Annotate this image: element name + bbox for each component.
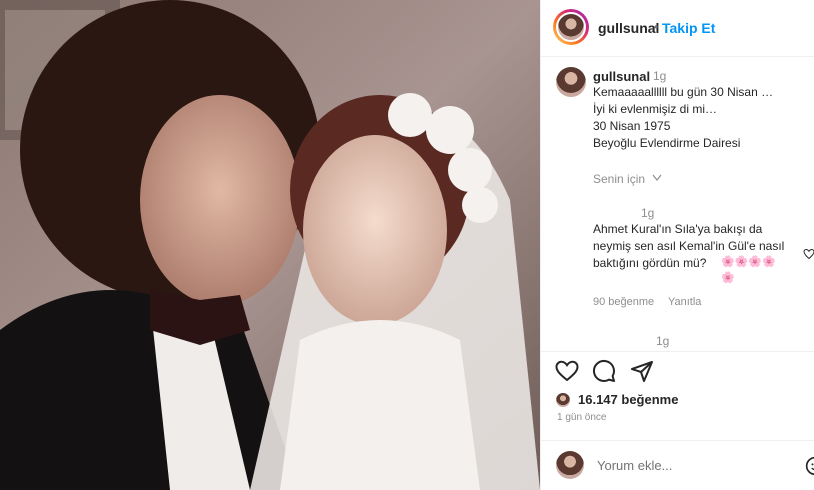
comment-likes[interactable]: 90 beğenme: [593, 296, 654, 308]
caption-line-4: Beyoğlu Evlendirme Dairesi: [593, 136, 741, 150]
caption-line-2: İyi ki evlenmişiz di mi…: [593, 102, 718, 116]
comment-line-2: neymiş sen asıl Kemal'in Gül'e nasıl: [593, 239, 785, 253]
comment-emoji: 🌸🌸🌸🌸🌸: [721, 256, 776, 284]
emoji-icon[interactable]: [805, 456, 814, 476]
actions-divider: [541, 351, 814, 352]
likes-count[interactable]: 16.147 beğenme: [578, 392, 678, 407]
reply-button[interactable]: Yanıtla: [668, 296, 701, 308]
avatar[interactable]: [556, 12, 586, 42]
translate-link[interactable]: Senin için: [593, 172, 645, 186]
follow-button[interactable]: Takip Et: [662, 20, 715, 36]
comment-line-3: baktığını gördün mü?: [593, 256, 707, 270]
user-avatar[interactable]: [556, 451, 584, 479]
caption-line-3: 30 Nisan 1975: [593, 119, 671, 133]
caption-username[interactable]: gullsunal: [593, 69, 650, 84]
caption-avatar[interactable]: [556, 67, 586, 97]
post-time-ago[interactable]: 1 gün önce: [557, 412, 607, 423]
wedding-photo-illustration: [0, 0, 540, 490]
comment-input[interactable]: Yorum ekle...: [597, 458, 672, 473]
caption-time: 1g: [653, 69, 667, 83]
caption-line-1: Kemaaaaallllll bu gün 30 Nisan …: [593, 85, 774, 99]
post-side-panel: gullsunal • Takip Et gullsunal 1g Kemaaa…: [540, 0, 814, 490]
follow-separator: •: [654, 20, 659, 34]
send-icon[interactable]: [630, 359, 654, 383]
header-username[interactable]: gullsunal: [598, 20, 659, 36]
comment-like-icon[interactable]: [803, 248, 814, 260]
comment-box-divider: [541, 440, 814, 441]
comment-line-1: Ahmet Kural'ın Sıla'ya bakışı da: [593, 222, 763, 236]
chevron-down-icon[interactable]: [652, 174, 662, 182]
profile-story-ring[interactable]: [553, 9, 589, 45]
comment-time-2: 1g: [656, 334, 670, 348]
heart-icon[interactable]: [555, 360, 579, 382]
post-photo[interactable]: [0, 0, 540, 490]
comment-time: 1g: [641, 206, 655, 220]
liker-avatar[interactable]: [555, 392, 571, 408]
post-header: gullsunal • Takip Et: [541, 0, 814, 57]
comment-icon[interactable]: [592, 359, 616, 383]
